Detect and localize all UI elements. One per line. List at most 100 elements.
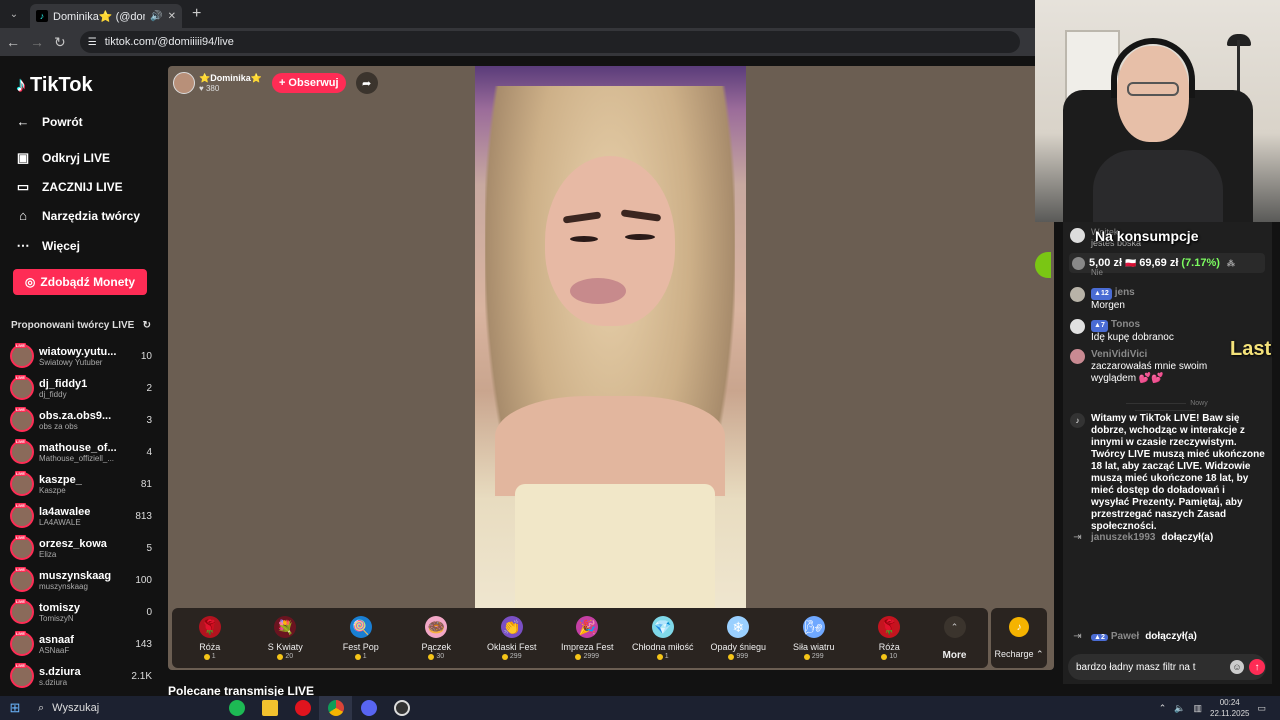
- clock[interactable]: 00:24 22.11.2025: [1210, 697, 1249, 719]
- tab-search-icon[interactable]: ⌄: [0, 0, 28, 28]
- chat-user[interactable]: ▲7 Tonos: [1091, 319, 1174, 332]
- taskbar-search[interactable]: ⌕ Wyszukaj: [30, 697, 220, 719]
- chat-text: Morgen: [1091, 300, 1125, 311]
- host-name[interactable]: ⭐Dominika⭐: [199, 73, 262, 84]
- suggested-creator[interactable]: LIVE asnaaf ASNaaF 143: [10, 631, 152, 657]
- join-user[interactable]: ▲2 Paweł: [1091, 631, 1139, 642]
- new-tab-icon[interactable]: +: [192, 5, 201, 23]
- url-field[interactable]: ☰ tiktok.com/@domiiiii94/live: [79, 31, 1020, 53]
- nav-more[interactable]: ⋯ Więcej: [16, 238, 80, 254]
- creator-name: s.dziura: [39, 665, 81, 678]
- chrome-icon[interactable]: [319, 696, 352, 720]
- refresh-icon[interactable]: ↻: [143, 320, 151, 331]
- creator-avatar: LIVE: [10, 407, 34, 432]
- nav-discover-live[interactable]: ▣ Odkryj LIVE: [16, 150, 110, 166]
- emoji-icon[interactable]: ☺: [1230, 660, 1244, 674]
- gift-item[interactable]: 💎 Chłodna miłość 1: [625, 616, 701, 660]
- gift-name: Pączek: [421, 642, 451, 652]
- creator-viewer-count: 5: [146, 542, 152, 554]
- gift-name: S Kwiaty: [267, 642, 303, 652]
- creator-name: tomiszy: [39, 601, 80, 614]
- gift-item[interactable]: 💐 S Kwiaty 20: [248, 616, 324, 660]
- gift-item[interactable]: ❄ Opady śniegu 999: [701, 616, 777, 660]
- creator-name: muszynskaag: [39, 569, 112, 582]
- tray-chevron-icon[interactable]: ⌃: [1159, 703, 1167, 714]
- gift-item[interactable]: 🍩 Pączek 30: [399, 616, 475, 660]
- suggested-creator[interactable]: LIVE dj_fiddy1 dj_fiddy 2: [10, 375, 152, 401]
- follow-button[interactable]: + Obserwuj: [271, 73, 346, 93]
- close-tab-icon[interactable]: ✕: [168, 11, 176, 22]
- nav-creator-tools[interactable]: ⌂ Narzędzia twórcy: [16, 208, 140, 223]
- suggested-creator[interactable]: LIVE mathouse_of... Mathouse_offiziell_...…: [10, 439, 152, 465]
- suggested-creator[interactable]: LIVE obs.za.obs9... obs za obs 3: [10, 407, 152, 433]
- windows-start-icon[interactable]: ⊞: [0, 700, 30, 716]
- spotify-icon[interactable]: [220, 696, 253, 720]
- creator-subtitle: obs za obs: [39, 421, 78, 431]
- creator-subtitle: s.dziura: [39, 677, 68, 687]
- suggested-creators-header: Proponowani twórcy LIVE ↻: [11, 320, 151, 331]
- live-stream-stage[interactable]: ⭐Dominika⭐ ♥ 380 + Obserwuj ➦: [168, 66, 1054, 670]
- site-info-icon[interactable]: ☰: [88, 37, 97, 48]
- gift-icon: 💎: [651, 616, 674, 638]
- live-badge: LIVE: [15, 663, 26, 668]
- tiktok-logo[interactable]: ♪ TikTok: [16, 74, 93, 97]
- chat-avatar[interactable]: [1070, 287, 1085, 302]
- gift-item[interactable]: 🎉 Impreza Fest 2999: [550, 616, 626, 660]
- chat-message[interactable]: ▲12 jens Morgen: [1070, 287, 1260, 312]
- gift-item[interactable]: 👏 Oklaski Fest 299: [474, 616, 550, 660]
- join-user[interactable]: januszek1993: [1091, 532, 1156, 543]
- send-icon[interactable]: ↑: [1249, 659, 1265, 675]
- suggested-creator[interactable]: LIVE tomiszy TomiszyN 0: [10, 599, 152, 625]
- nav-start-live[interactable]: ▭ ZACZNIJ LIVE: [16, 179, 123, 195]
- suggested-creator[interactable]: LIVE la4awalee LA4AWALE 813: [10, 503, 152, 529]
- volume-icon[interactable]: 🔈: [1174, 703, 1185, 714]
- creator-text: la4awalee LA4AWALE: [39, 506, 132, 527]
- gift-icon: 🌹: [878, 616, 901, 638]
- gift-item[interactable]: 🌹 Róża 10: [852, 616, 928, 660]
- creator-name: kaszpe_: [39, 473, 82, 486]
- file-explorer-icon[interactable]: [253, 696, 286, 720]
- discord-icon[interactable]: [352, 696, 385, 720]
- creator-subtitle: Światowy Yutuber: [39, 357, 103, 367]
- gift-icon: 🌬: [802, 616, 825, 638]
- chat-input[interactable]: [1076, 661, 1216, 673]
- suggested-creator[interactable]: LIVE orzesz_kowa Eliza 5: [10, 535, 152, 561]
- chat-avatar[interactable]: [1070, 349, 1085, 364]
- gift-price: 30: [428, 653, 444, 660]
- creator-text: kaszpe_ Kaszpe: [39, 474, 132, 495]
- opera-icon[interactable]: [286, 696, 319, 720]
- creator-avatar: LIVE: [10, 663, 34, 688]
- reload-icon[interactable]: ↻: [54, 34, 66, 51]
- more-gifts-button[interactable]: ⌃ More: [927, 616, 982, 661]
- creator-tools-icon: ⌂: [19, 208, 27, 223]
- suggested-creator[interactable]: LIVE s.dziura s.dziura 2.1K: [10, 663, 152, 689]
- creator-viewer-count: 0: [146, 606, 152, 618]
- browser-tab[interactable]: ♪ Dominika⭐ (@domiii 🔊 ✕: [30, 4, 182, 28]
- gift-item[interactable]: 🌬 Siła wiatru 299: [776, 616, 852, 660]
- get-coins-button[interactable]: ◎ Zdobądź Monety: [13, 269, 147, 295]
- share-icon[interactable]: ➦: [355, 72, 378, 94]
- suggested-creator[interactable]: LIVE muszynskaag muszynskaag 100: [10, 567, 152, 593]
- tray-extra-icon[interactable]: ▥: [1194, 703, 1203, 714]
- gift-item[interactable]: 🌹 Róża 1: [172, 616, 248, 660]
- chat-user[interactable]: VeniVidiVici: [1091, 349, 1216, 361]
- back-icon[interactable]: ←: [6, 34, 20, 50]
- nav-back[interactable]: ← Powrót: [16, 114, 83, 129]
- video-eye-right: [625, 234, 655, 240]
- creator-avatar: LIVE: [10, 503, 34, 528]
- gift-price: 1: [354, 653, 367, 660]
- host-avatar[interactable]: [173, 72, 195, 94]
- suggested-creator[interactable]: LIVE kaszpe_ Kaszpe 81: [10, 471, 152, 497]
- live-video[interactable]: [475, 66, 746, 608]
- chat-user[interactable]: ▲12 jens: [1091, 287, 1135, 300]
- notifications-icon[interactable]: ▭: [1257, 703, 1266, 714]
- obs-icon[interactable]: [385, 696, 418, 720]
- forward-icon[interactable]: →: [30, 34, 44, 50]
- suggested-creator[interactable]: LIVE wiatowy.yutu... Światowy Yutuber 10: [10, 343, 152, 369]
- chat-avatar[interactable]: [1070, 319, 1085, 334]
- live-badge: LIVE: [15, 471, 26, 476]
- gift-item[interactable]: 🍭 Fest Pop 1: [323, 616, 399, 660]
- recharge-button[interactable]: ♪ Recharge ⌃: [991, 608, 1047, 668]
- speaker-icon[interactable]: 🔊: [150, 11, 162, 22]
- creator-viewer-count: 2.1K: [131, 670, 152, 682]
